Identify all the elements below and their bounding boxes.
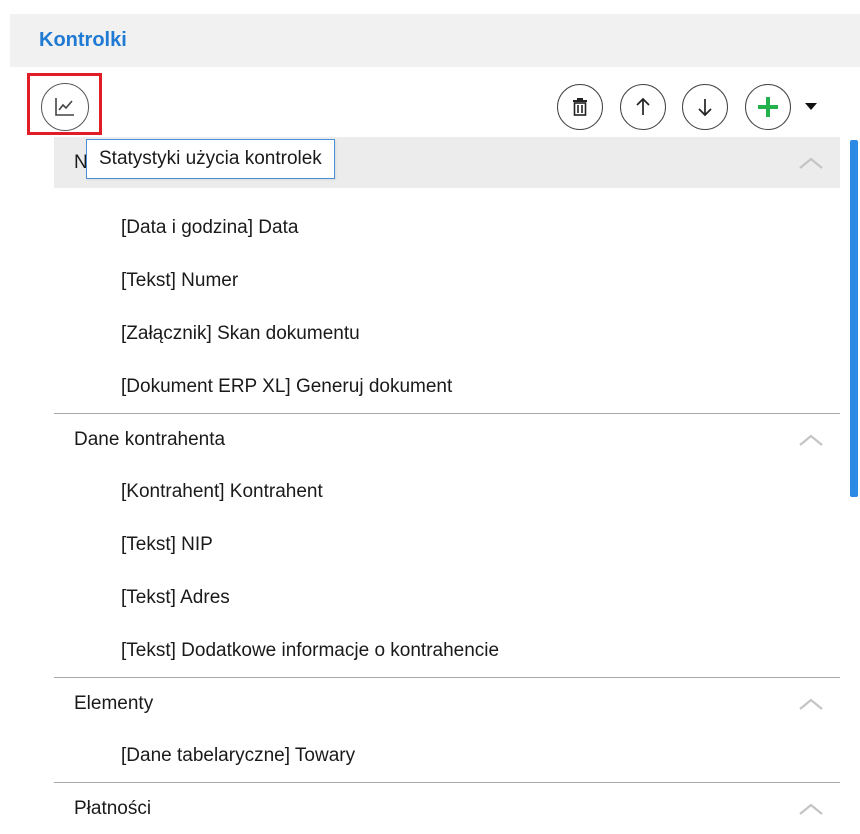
- panel-header: Kontrolki: [10, 14, 860, 67]
- list-item[interactable]: [Tekst] NIP: [54, 518, 840, 571]
- list-item[interactable]: [Załącznik] Skan dokumentu: [54, 307, 840, 360]
- move-down-button[interactable]: [682, 84, 728, 130]
- section-header[interactable]: Dane kontrahenta: [54, 413, 840, 465]
- chevron-up-icon[interactable]: [798, 433, 824, 447]
- plus-icon: [758, 97, 778, 117]
- chevron-up-icon[interactable]: [798, 697, 824, 711]
- panel-title: Kontrolki: [39, 29, 127, 51]
- list-item-label: [Dokument ERP XL] Generuj dokument: [121, 375, 453, 397]
- list-item[interactable]: [Dane tabelaryczne] Towary: [54, 729, 840, 782]
- list-item[interactable]: [Kontrahent] Kontrahent: [54, 465, 840, 518]
- arrow-down-icon: [698, 99, 712, 117]
- list-item[interactable]: [Tekst] Numer: [54, 254, 840, 307]
- add-dropdown-caret[interactable]: [805, 103, 817, 110]
- list-item[interactable]: [Tekst] Adres: [54, 571, 840, 624]
- arrow-up-icon: [636, 97, 650, 115]
- section-title: Płatności: [74, 797, 152, 819]
- list-item[interactable]: [Tekst] Dodatkowe informacje o kontrahen…: [54, 624, 840, 677]
- list-item[interactable]: [Dokument ERP XL] Generuj dokument: [54, 360, 840, 413]
- list-item-label: [Kontrahent] Kontrahent: [121, 480, 323, 502]
- trash-icon: [573, 98, 587, 116]
- list-item-label: [Tekst] NIP: [121, 533, 213, 555]
- chevron-up-icon[interactable]: [798, 802, 824, 816]
- chevron-up-icon[interactable]: [798, 156, 824, 170]
- vertical-scrollbar[interactable]: [850, 140, 858, 497]
- section-title: Elementy: [74, 692, 154, 714]
- add-button[interactable]: [745, 84, 791, 130]
- list-item[interactable]: [Data i godzina] Data: [54, 201, 840, 254]
- controls-list: N [Data i godzina] Data [Tekst] Numer [Z…: [54, 137, 840, 834]
- list-item-label: [Tekst] Numer: [121, 269, 239, 291]
- line-chart-icon: [55, 98, 74, 116]
- tooltip-text: Statystyki użycia kontrolek: [99, 148, 322, 169]
- section-title: Dane kontrahenta: [74, 428, 226, 450]
- list-item-label: [Tekst] Dodatkowe informacje o kontrahen…: [121, 639, 500, 661]
- toolbar: [0, 67, 860, 137]
- tooltip: Statystyki użycia kontrolek: [86, 139, 335, 179]
- section-header[interactable]: Płatności: [54, 782, 840, 834]
- list-item-label: [Załącznik] Skan dokumentu: [121, 322, 360, 344]
- move-up-button[interactable]: [620, 84, 666, 130]
- statistics-button[interactable]: [41, 83, 89, 131]
- list-item-label: [Data i godzina] Data: [121, 216, 299, 238]
- section-header[interactable]: Elementy: [54, 677, 840, 729]
- delete-button[interactable]: [557, 84, 603, 130]
- list-item-label: [Dane tabelaryczne] Towary: [121, 744, 356, 766]
- list-item-label: [Tekst] Adres: [121, 586, 230, 608]
